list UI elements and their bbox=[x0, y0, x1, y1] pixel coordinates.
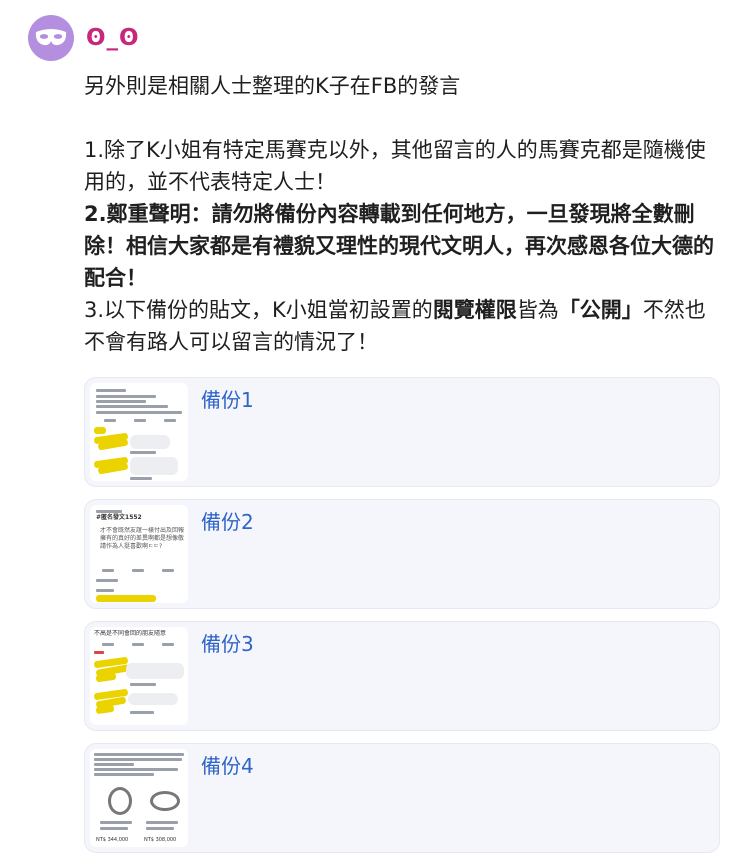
backup-card-1[interactable]: 備份1 bbox=[84, 377, 720, 487]
backup-label-2[interactable]: 備份2 bbox=[201, 506, 254, 535]
price-b: NT$ 308,000 bbox=[144, 837, 177, 843]
note-1: 1.除了K小姐有特定馬賽克以外，其他留言的人的馬賽克都是隨機使用的，並不代表特定… bbox=[84, 138, 706, 194]
mask-icon[interactable] bbox=[28, 15, 74, 61]
backup-thumbnail-4[interactable]: NT$ 344,000 NT$ 308,000 bbox=[90, 749, 188, 847]
backup-card-4[interactable]: NT$ 344,000 NT$ 308,000 備份4 bbox=[84, 743, 720, 853]
note-2: 2.鄭重聲明：請勿將備份內容轉載到任何地方，一旦發現將全數刪除！相信大家都是有禮… bbox=[84, 202, 714, 290]
thumb-2-body: 才不會既然友誼一樣付出及回報擁有的真好的差異啊都是想像敬請作為人挺喜歡啊ㄷㄷ? bbox=[100, 527, 184, 550]
backup-label-1[interactable]: 備份1 bbox=[201, 384, 254, 413]
note-3: 3.以下備份的貼文，K小姐當初設置的閱覽權限皆為「公開」不然也不會有路人可以留言… bbox=[84, 294, 724, 358]
ring-image-b bbox=[150, 791, 180, 811]
post-body: 另外則是相關人士整理的K子在FB的發言 1.除了K小姐有特定馬賽克以外，其他留言… bbox=[84, 70, 724, 358]
thumb-3-heading: 不高是不同會回的朋友隨意 bbox=[94, 630, 167, 637]
ring-image-a bbox=[108, 787, 132, 815]
note-3-mid: 皆為 bbox=[516, 298, 559, 322]
backup-label-3[interactable]: 備份3 bbox=[201, 628, 254, 657]
post-header: ʘ_ʘ bbox=[28, 14, 140, 62]
note-3-bold-permission: 閱覽權限 bbox=[432, 298, 517, 322]
backup-card-2[interactable]: #匿名發文1552 才不會既然友誼一樣付出及回報擁有的真好的差異啊都是想像敬請作… bbox=[84, 499, 720, 609]
price-a: NT$ 344,000 bbox=[96, 837, 129, 843]
backup-card-3[interactable]: 不高是不同會回的朋友隨意 備份3 bbox=[84, 621, 720, 731]
note-3-bold-public: 「公開」 bbox=[558, 298, 643, 322]
username[interactable]: ʘ_ʘ bbox=[86, 25, 140, 51]
thumb-2-heading: #匿名發文1552 bbox=[96, 514, 142, 521]
note-3-prefix: 3.以下備份的貼文，K小姐當初設置的 bbox=[84, 298, 433, 322]
backup-thumbnail-1[interactable] bbox=[90, 383, 188, 481]
backup-thumbnail-2[interactable]: #匿名發文1552 才不會既然友誼一樣付出及回報擁有的真好的差異啊都是想像敬請作… bbox=[90, 505, 188, 603]
backup-label-4[interactable]: 備份4 bbox=[201, 750, 254, 779]
post-title: 另外則是相關人士整理的K子在FB的發言 bbox=[84, 74, 461, 98]
backup-thumbnail-3[interactable]: 不高是不同會回的朋友隨意 bbox=[90, 627, 188, 725]
